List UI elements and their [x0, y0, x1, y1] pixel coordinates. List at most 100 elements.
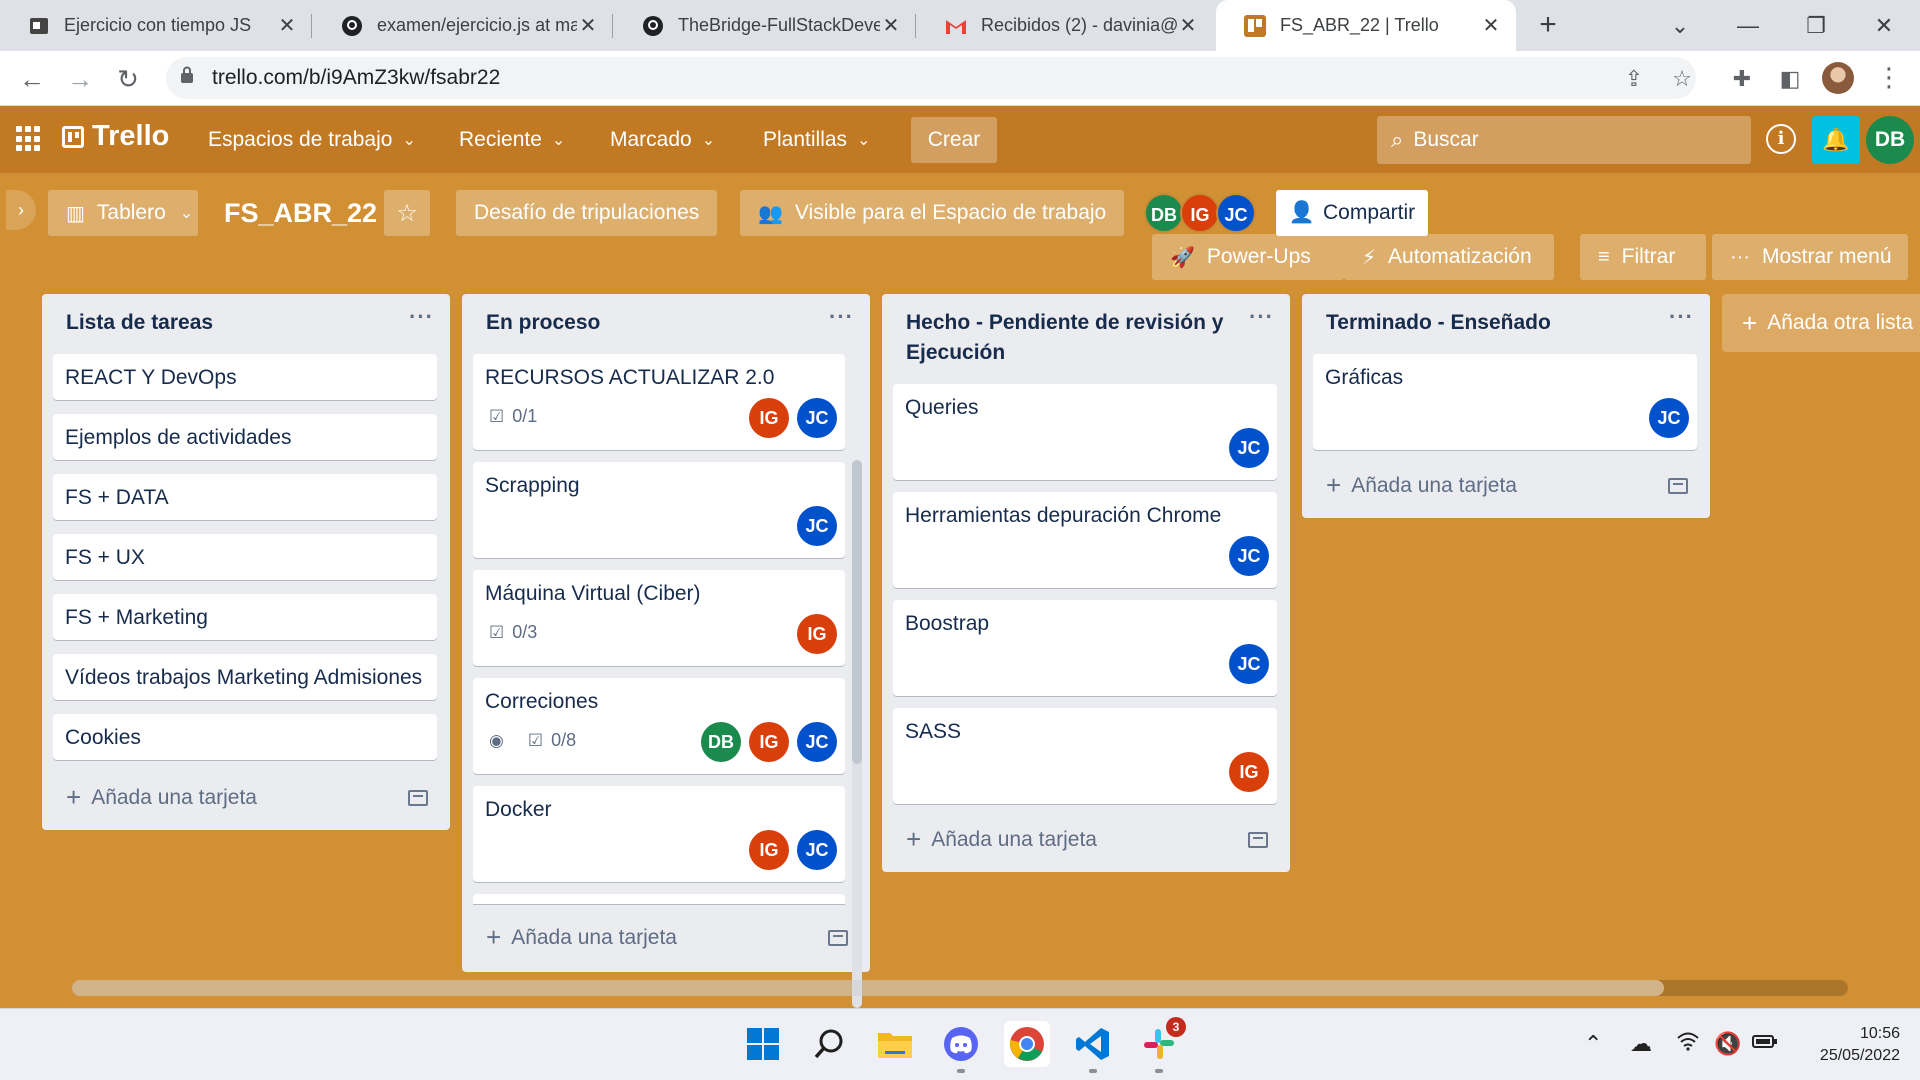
- add-card-button[interactable]: + Añada una tarjeta: [66, 782, 257, 813]
- member-avatar[interactable]: IG: [749, 398, 789, 438]
- share-button[interactable]: 👤 Compartir: [1276, 190, 1428, 236]
- close-tab-icon[interactable]: ✕: [577, 13, 599, 38]
- card-template-icon[interactable]: [828, 930, 848, 946]
- member-avatar[interactable]: IG: [749, 830, 789, 870]
- browser-tab[interactable]: TheBridge-FullStackDevel ✕: [614, 0, 916, 51]
- profile-avatar[interactable]: [1822, 62, 1854, 94]
- discord-icon[interactable]: [938, 1021, 984, 1073]
- chrome-icon[interactable]: [1004, 1021, 1050, 1067]
- board-scrollbar-thumb[interactable]: [72, 980, 1664, 996]
- share-page-icon[interactable]: ⇪: [1616, 61, 1652, 97]
- automation-button[interactable]: ⚡ Automatización: [1344, 234, 1554, 280]
- file-explorer-icon[interactable]: [872, 1021, 918, 1067]
- list-menu-icon[interactable]: ···: [829, 304, 854, 330]
- new-tab-button[interactable]: +: [1530, 8, 1566, 44]
- tab-search-icon[interactable]: ⌄: [1660, 8, 1700, 44]
- extensions-icon[interactable]: ✚: [1724, 61, 1760, 97]
- close-tab-icon[interactable]: ✕: [1177, 13, 1199, 38]
- card[interactable]: Gráficas JC: [1313, 354, 1697, 450]
- side-panel-icon[interactable]: ◧: [1772, 61, 1808, 97]
- list-scrollbar-thumb[interactable]: [852, 460, 862, 764]
- member-avatar[interactable]: JC: [797, 722, 837, 762]
- add-card-button[interactable]: + Añada una tarjeta: [906, 824, 1097, 855]
- card[interactable]: FS + DATA: [53, 474, 437, 520]
- bookmark-star-icon[interactable]: ☆: [1664, 61, 1700, 97]
- app-switcher-icon[interactable]: [16, 126, 42, 152]
- card[interactable]: SASS IG: [893, 708, 1277, 804]
- vscode-icon[interactable]: [1070, 1021, 1116, 1073]
- restore-icon[interactable]: ❐: [1796, 8, 1836, 44]
- close-window-icon[interactable]: ✕: [1864, 8, 1904, 44]
- card[interactable]: Ejemplos de actividades: [53, 414, 437, 460]
- notifications-bell-icon[interactable]: 🔔: [1812, 116, 1860, 164]
- volume-muted-icon[interactable]: 🔇: [1714, 1031, 1741, 1057]
- board-view-switcher[interactable]: ▥ Tablero ⌄: [48, 190, 198, 236]
- card-template-icon[interactable]: [408, 790, 428, 806]
- card[interactable]: REACT Y DevOps: [53, 354, 437, 400]
- list-title[interactable]: Hecho - Pendiente de revisión y Ejecució…: [906, 308, 1226, 368]
- card[interactable]: Scrapping JC: [473, 462, 845, 558]
- recent-menu[interactable]: Reciente ⌄: [459, 120, 565, 160]
- member-avatar[interactable]: JC: [1649, 398, 1689, 438]
- list-menu-icon[interactable]: ···: [1249, 304, 1274, 330]
- card[interactable]: Queries JC: [893, 384, 1277, 480]
- add-list-button[interactable]: + Añada otra lista: [1722, 294, 1920, 352]
- address-bar[interactable]: trello.com/b/i9AmZ3kw/fsabr22: [166, 57, 1696, 99]
- member-avatar[interactable]: DB: [1144, 193, 1184, 233]
- list-scrollbar[interactable]: [852, 460, 862, 1008]
- browser-tab[interactable]: examen/ejercicio.js at mai ✕: [313, 0, 613, 51]
- create-button[interactable]: Crear: [911, 117, 997, 163]
- card-template-icon[interactable]: [1248, 832, 1268, 848]
- workspace-button[interactable]: Desafío de tripulaciones: [456, 190, 718, 236]
- member-avatar[interactable]: IG: [749, 722, 789, 762]
- card[interactable]: RECURSOS ACTUALIZAR 2.0 ☑ 0/1 IG JC: [473, 354, 845, 450]
- member-avatar[interactable]: JC: [1229, 644, 1269, 684]
- member-avatar[interactable]: JC: [1229, 536, 1269, 576]
- search-icon[interactable]: [806, 1021, 852, 1067]
- battery-icon[interactable]: [1752, 1031, 1778, 1057]
- tray-overflow-icon[interactable]: ⌃: [1584, 1031, 1602, 1057]
- card-template-icon[interactable]: [1668, 478, 1688, 494]
- wifi-icon[interactable]: [1676, 1031, 1700, 1057]
- list-menu-icon[interactable]: ···: [1669, 304, 1694, 330]
- close-tab-icon[interactable]: ✕: [880, 13, 902, 38]
- card[interactable]: Herramientas depuración Chrome JC: [893, 492, 1277, 588]
- card[interactable]: FS + Marketing: [53, 594, 437, 640]
- windows-start-icon[interactable]: [740, 1021, 786, 1067]
- list-title[interactable]: Terminado - Enseñado: [1326, 308, 1551, 338]
- card[interactable]: Docker IG JC: [473, 786, 845, 882]
- templates-menu[interactable]: Plantillas ⌄: [763, 120, 870, 160]
- browser-tab-active[interactable]: FS_ABR_22 | Trello ✕: [1216, 0, 1516, 51]
- system-clock[interactable]: 10:56 25/05/2022: [1790, 1023, 1900, 1067]
- card[interactable]: Vídeos trabajos Marketing Admisiones: [53, 654, 437, 700]
- list-title[interactable]: Lista de tareas: [66, 308, 213, 338]
- trello-logo[interactable]: Trello: [62, 120, 169, 153]
- card-partial[interactable]: [473, 894, 845, 904]
- workspaces-menu[interactable]: Espacios de trabajo ⌄: [208, 120, 416, 160]
- reload-icon[interactable]: ↻: [110, 61, 146, 97]
- card[interactable]: FS + UX: [53, 534, 437, 580]
- list-title[interactable]: En proceso: [486, 308, 600, 338]
- close-tab-icon[interactable]: ✕: [276, 13, 298, 38]
- expand-sidebar-icon[interactable]: ›: [6, 190, 36, 230]
- browser-menu-icon[interactable]: ⋮: [1876, 60, 1902, 96]
- list-menu-icon[interactable]: ···: [409, 304, 434, 330]
- member-avatar[interactable]: JC: [1229, 428, 1269, 468]
- board-title[interactable]: FS_ABR_22: [224, 190, 377, 236]
- add-card-button[interactable]: + Añada una tarjeta: [1326, 470, 1517, 501]
- card[interactable]: Boostrap JC: [893, 600, 1277, 696]
- starred-menu[interactable]: Marcado ⌄: [610, 120, 715, 160]
- close-tab-icon[interactable]: ✕: [1480, 13, 1502, 38]
- browser-tab[interactable]: Ejercicio con tiempo JS ✕: [0, 0, 312, 51]
- search-input[interactable]: ⌕ Buscar: [1377, 116, 1751, 164]
- member-avatar[interactable]: IG: [1180, 193, 1220, 233]
- card[interactable]: Máquina Virtual (Ciber) ☑ 0/3 IG: [473, 570, 845, 666]
- browser-tab[interactable]: Recibidos (2) - davinia@tl ✕: [917, 0, 1213, 51]
- account-avatar[interactable]: DB: [1866, 116, 1914, 164]
- add-card-button[interactable]: + Añada una tarjeta: [486, 922, 677, 953]
- card[interactable]: Correciones ◉ ☑ 0/8 DB IG JC: [473, 678, 845, 774]
- forward-icon[interactable]: →: [62, 61, 98, 97]
- card[interactable]: Cookies: [53, 714, 437, 760]
- board-horizontal-scrollbar[interactable]: [72, 980, 1848, 996]
- minimize-icon[interactable]: —: [1728, 8, 1768, 44]
